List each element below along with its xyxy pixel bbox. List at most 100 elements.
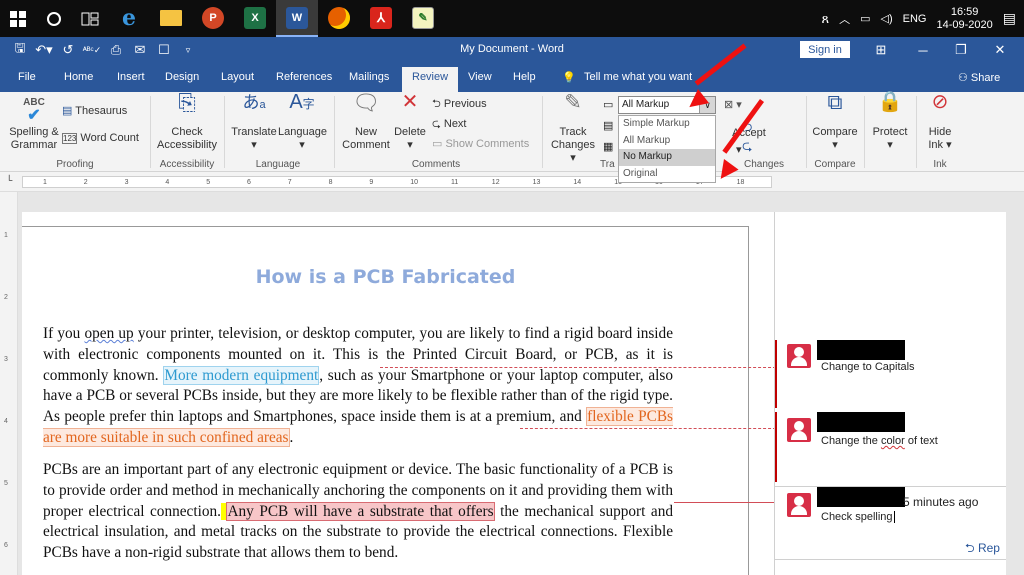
next-comment-button[interactable]: ⮎ Next xyxy=(432,118,467,131)
ruler-tick-label: 4 xyxy=(165,179,170,186)
translate-label: Translate xyxy=(231,126,277,138)
powerpoint-icon[interactable]: P xyxy=(192,0,234,37)
firefox-icon[interactable] xyxy=(318,0,360,37)
customize-quick-access-icon[interactable]: ▿ xyxy=(176,45,200,56)
notification-icon[interactable]: ▤ xyxy=(1003,10,1016,27)
reply-button[interactable]: ⮌ Rep xyxy=(965,539,1000,560)
abc-check-icon: ABC ✔ xyxy=(23,97,45,124)
vertical-scrollbar[interactable] xyxy=(1006,192,1024,575)
display-review-icon: ▭ xyxy=(603,99,614,111)
markup-option-all[interactable]: All Markup xyxy=(619,133,715,150)
tab-file[interactable]: File xyxy=(18,71,36,83)
document-page[interactable]: How is a PCB Fabricated If you open up y… xyxy=(22,212,774,575)
people-icon[interactable]: ጸ xyxy=(821,11,829,27)
tab-insert[interactable]: Insert xyxy=(117,71,145,83)
comment-text[interactable]: Change to Capitals xyxy=(821,361,915,373)
tab-layout[interactable]: Layout xyxy=(221,71,254,83)
windows-start-icon[interactable] xyxy=(0,0,36,37)
spelling-check-icon[interactable]: ᴬᴮᶜ✓ xyxy=(80,45,104,56)
edge-icon[interactable]: e xyxy=(108,0,150,37)
delete-comment-button[interactable]: ✕ Delete ▾ xyxy=(392,92,428,152)
acrobat-icon[interactable]: ⅄ xyxy=(360,0,402,37)
hide-ink-button[interactable]: ⊘ Hide Ink ▾ xyxy=(920,91,960,152)
tab-help[interactable]: Help xyxy=(513,71,536,83)
minimize-button[interactable]: ─ xyxy=(904,37,942,63)
file-explorer-icon[interactable] xyxy=(150,0,192,37)
ribbon-display-options-icon[interactable]: ⊞ xyxy=(862,37,900,63)
redacted-author xyxy=(817,412,905,432)
spelling-label: Spelling & xyxy=(9,126,59,138)
system-tray: ጸ ︿ ▭ ◁) ENG 16:59 14-09-2020 ▤ xyxy=(821,0,1024,37)
network-icon[interactable]: ▭ xyxy=(860,12,870,25)
ruler-tick-label: 8 xyxy=(328,179,333,186)
check-accessibility-button[interactable]: ⎘ Check Accessibility xyxy=(154,92,220,152)
comment-2[interactable]: Change the color of text xyxy=(775,412,1007,482)
word-count-button[interactable]: 123 Word Count xyxy=(62,132,139,145)
protect-button[interactable]: 🔒 Protect ▾ xyxy=(868,92,912,152)
redo-icon[interactable]: ↺ xyxy=(56,42,80,58)
tab-review[interactable]: Review xyxy=(402,67,459,92)
show-comments-button[interactable]: ▭ Show Comments xyxy=(432,138,529,151)
close-button[interactable]: ✕ xyxy=(981,37,1019,63)
comment-1[interactable]: Change to Capitals xyxy=(775,340,1007,408)
restore-button[interactable]: ❐ xyxy=(942,37,980,63)
changes-label: Changes ▾ xyxy=(550,139,596,164)
hide-ink-icon: ⊘ xyxy=(931,91,949,113)
sign-in-button[interactable]: Sign in xyxy=(800,41,850,58)
spelling-grammar-button[interactable]: ABC ✔ Spelling & Grammar xyxy=(8,96,60,152)
comment-3[interactable]: 5 minutes ago Check spelling ⮌ Rep xyxy=(775,486,1007,560)
comment-leader-line xyxy=(380,367,776,368)
language-button[interactable]: A字 Language ▾ xyxy=(278,92,327,152)
tab-view[interactable]: View xyxy=(468,71,492,83)
task-view-icon[interactable] xyxy=(72,0,108,37)
compare-button[interactable]: ⧉ Compare ▾ xyxy=(810,92,860,152)
chevron-up-icon[interactable]: ︿ xyxy=(839,11,850,27)
markup-option-none[interactable]: No Markup xyxy=(619,149,715,166)
share-button[interactable]: ⚇ Share xyxy=(958,71,1000,84)
new-comment-button[interactable]: 🗨 New Comment xyxy=(340,92,392,152)
markup-option-simple[interactable]: Simple Markup xyxy=(619,116,715,133)
thesaurus-button[interactable]: ▤ Thesaurus xyxy=(62,105,127,118)
reject-icon[interactable]: ⊠ ▾ xyxy=(724,98,742,111)
tab-home[interactable]: Home xyxy=(64,71,93,83)
notepad-icon[interactable]: ✎ xyxy=(402,0,444,37)
email-icon[interactable]: ✉ xyxy=(128,42,152,58)
markup-option-original[interactable]: Original xyxy=(619,166,715,183)
clock[interactable]: 16:59 14-09-2020 xyxy=(936,6,992,32)
volume-icon[interactable]: ◁) xyxy=(881,12,893,25)
save-icon[interactable]: 🖫 xyxy=(8,39,32,61)
tab-references[interactable]: References xyxy=(276,71,332,83)
previous-comment-button[interactable]: ⮌ Previous xyxy=(432,98,487,111)
document-heading[interactable]: How is a PCB Fabricated xyxy=(22,266,749,288)
group-ink: Ink xyxy=(933,159,947,170)
touch-mode-icon[interactable]: ☐ xyxy=(152,42,176,58)
paragraph-1[interactable]: If you open up your printer, television,… xyxy=(43,324,673,449)
tab-design[interactable]: Design xyxy=(165,71,199,83)
track-changes-button[interactable]: ✎ Track Changes ▾ xyxy=(548,92,598,165)
cortana-circle-icon[interactable] xyxy=(36,0,72,37)
excel-icon[interactable]: X xyxy=(234,0,276,37)
commented-text[interactable]: Any PCB will have a substrate that offer… xyxy=(226,501,495,521)
p1-grammar-flag[interactable]: open up xyxy=(84,325,133,342)
ribbon-separator xyxy=(224,96,225,168)
undo-icon[interactable]: ↶▾ xyxy=(32,42,56,58)
print-preview-icon[interactable]: ⎙ xyxy=(104,42,128,58)
horizontal-ruler[interactable]: └ 123456789101112131415161718 xyxy=(0,172,1024,192)
show-comments-icon: ▭ xyxy=(432,138,443,150)
language-indicator[interactable]: ENG xyxy=(903,13,927,25)
tab-mailings[interactable]: Mailings xyxy=(349,71,389,83)
inserted-text[interactable]: More modern equipment xyxy=(163,365,320,385)
tell-me-search[interactable]: Tell me what you want xyxy=(584,71,692,83)
tab-selector-icon[interactable]: └ xyxy=(6,175,12,185)
language-label: Language xyxy=(278,126,327,138)
comment-text[interactable]: Check spelling xyxy=(821,511,895,523)
comment-text-part: of text xyxy=(904,435,938,447)
p1-text-1: If you xyxy=(43,325,85,342)
next-change-icon[interactable]: ⮎ xyxy=(742,137,752,159)
review-ribbon: ABC ✔ Spelling & Grammar ▤ Thesaurus 123 … xyxy=(0,92,1024,172)
word-icon[interactable]: W xyxy=(276,0,318,37)
vertical-ruler[interactable]: 1 2 3 4 5 6 xyxy=(0,192,18,575)
comment-text[interactable]: Change the color of text xyxy=(821,435,938,447)
translate-button[interactable]: あa Translate ▾ xyxy=(230,94,278,152)
paragraph-2[interactable]: PCBs are an important part of any electr… xyxy=(43,460,673,564)
